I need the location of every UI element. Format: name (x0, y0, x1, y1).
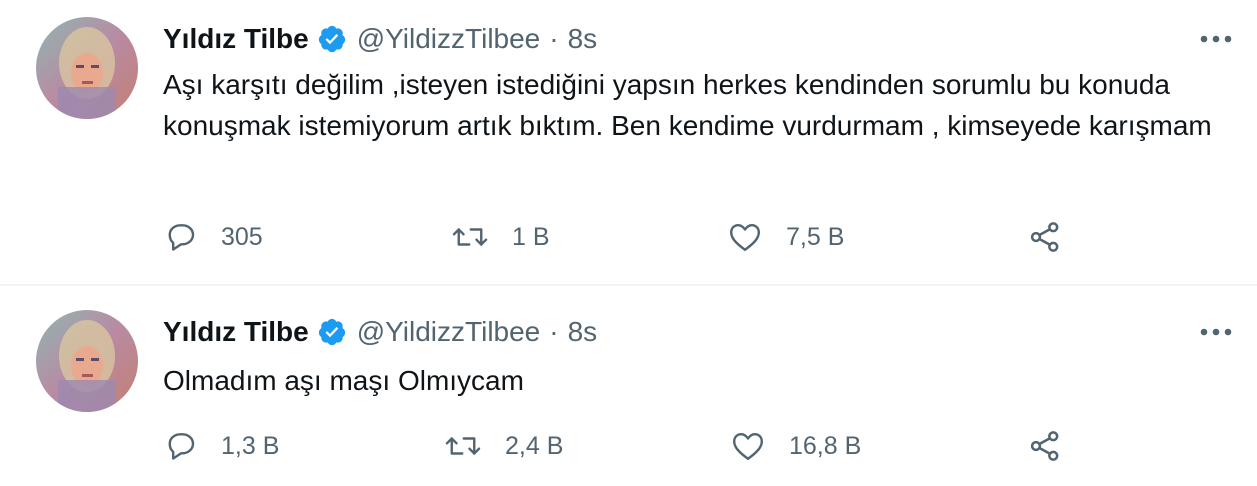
share-button[interactable] (1027, 428, 1063, 464)
author-name[interactable]: Yıldız Tilbe (163, 316, 309, 348)
heart-icon (729, 428, 767, 464)
share-icon (1027, 219, 1063, 255)
verified-badge-icon (317, 317, 347, 347)
separator-dot: · (549, 316, 559, 347)
verified-badge-icon (317, 24, 347, 54)
tweet-actions: 305 1 B 7,5 B (163, 219, 1163, 255)
tweet-header: Yıldız Tilbe @YildizzTilbee · 8s (163, 21, 597, 57)
reply-button[interactable]: 1,3 B (163, 428, 279, 464)
tweet-actions: 1,3 B 2,4 B 16,8 B (163, 428, 1163, 464)
avatar[interactable] (36, 310, 138, 412)
like-button[interactable]: 7,5 B (726, 219, 844, 255)
retweet-button[interactable]: 2,4 B (443, 428, 563, 464)
avatar[interactable] (36, 17, 138, 119)
tweet-text: Aşı karşıtı değilim ,isteyen istediğini … (163, 69, 1212, 141)
reply-button[interactable]: 305 (163, 219, 263, 255)
reply-icon (163, 219, 199, 255)
reply-icon (163, 428, 199, 464)
like-button[interactable]: 16,8 B (729, 428, 861, 464)
share-icon (1027, 428, 1063, 464)
retweet-count: 2,4 B (505, 431, 564, 460)
retweet-count: 1 B (512, 222, 550, 251)
tweet[interactable]: Yıldız Tilbe @YildizzTilbee · 8s Aşı kar… (0, 0, 1257, 286)
retweet-button[interactable]: 1 B (450, 219, 550, 255)
reply-count: 1,3 B (221, 431, 280, 460)
tweet-header: Yıldız Tilbe @YildizzTilbee · 8s (163, 314, 597, 350)
like-count: 16,8 B (789, 431, 862, 460)
more-icon[interactable] (1196, 27, 1236, 51)
timestamp[interactable]: 8s (568, 23, 598, 55)
separator-dot: · (549, 23, 559, 54)
author-handle[interactable]: @YildizzTilbee (357, 23, 541, 55)
like-count: 7,5 B (786, 222, 845, 251)
author-handle[interactable]: @YildizzTilbee (357, 316, 541, 348)
tweet-text: Olmadım aşı maşı Olmıycam (163, 365, 524, 396)
tweet[interactable]: Yıldız Tilbe @YildizzTilbee · 8s Olmadım… (0, 286, 1257, 486)
heart-icon (726, 219, 764, 255)
reply-count: 305 (221, 222, 263, 251)
more-icon[interactable] (1196, 320, 1236, 344)
retweet-icon (450, 219, 490, 255)
retweet-icon (443, 428, 483, 464)
author-name[interactable]: Yıldız Tilbe (163, 23, 309, 55)
share-button[interactable] (1027, 219, 1063, 255)
timestamp[interactable]: 8s (568, 316, 598, 348)
